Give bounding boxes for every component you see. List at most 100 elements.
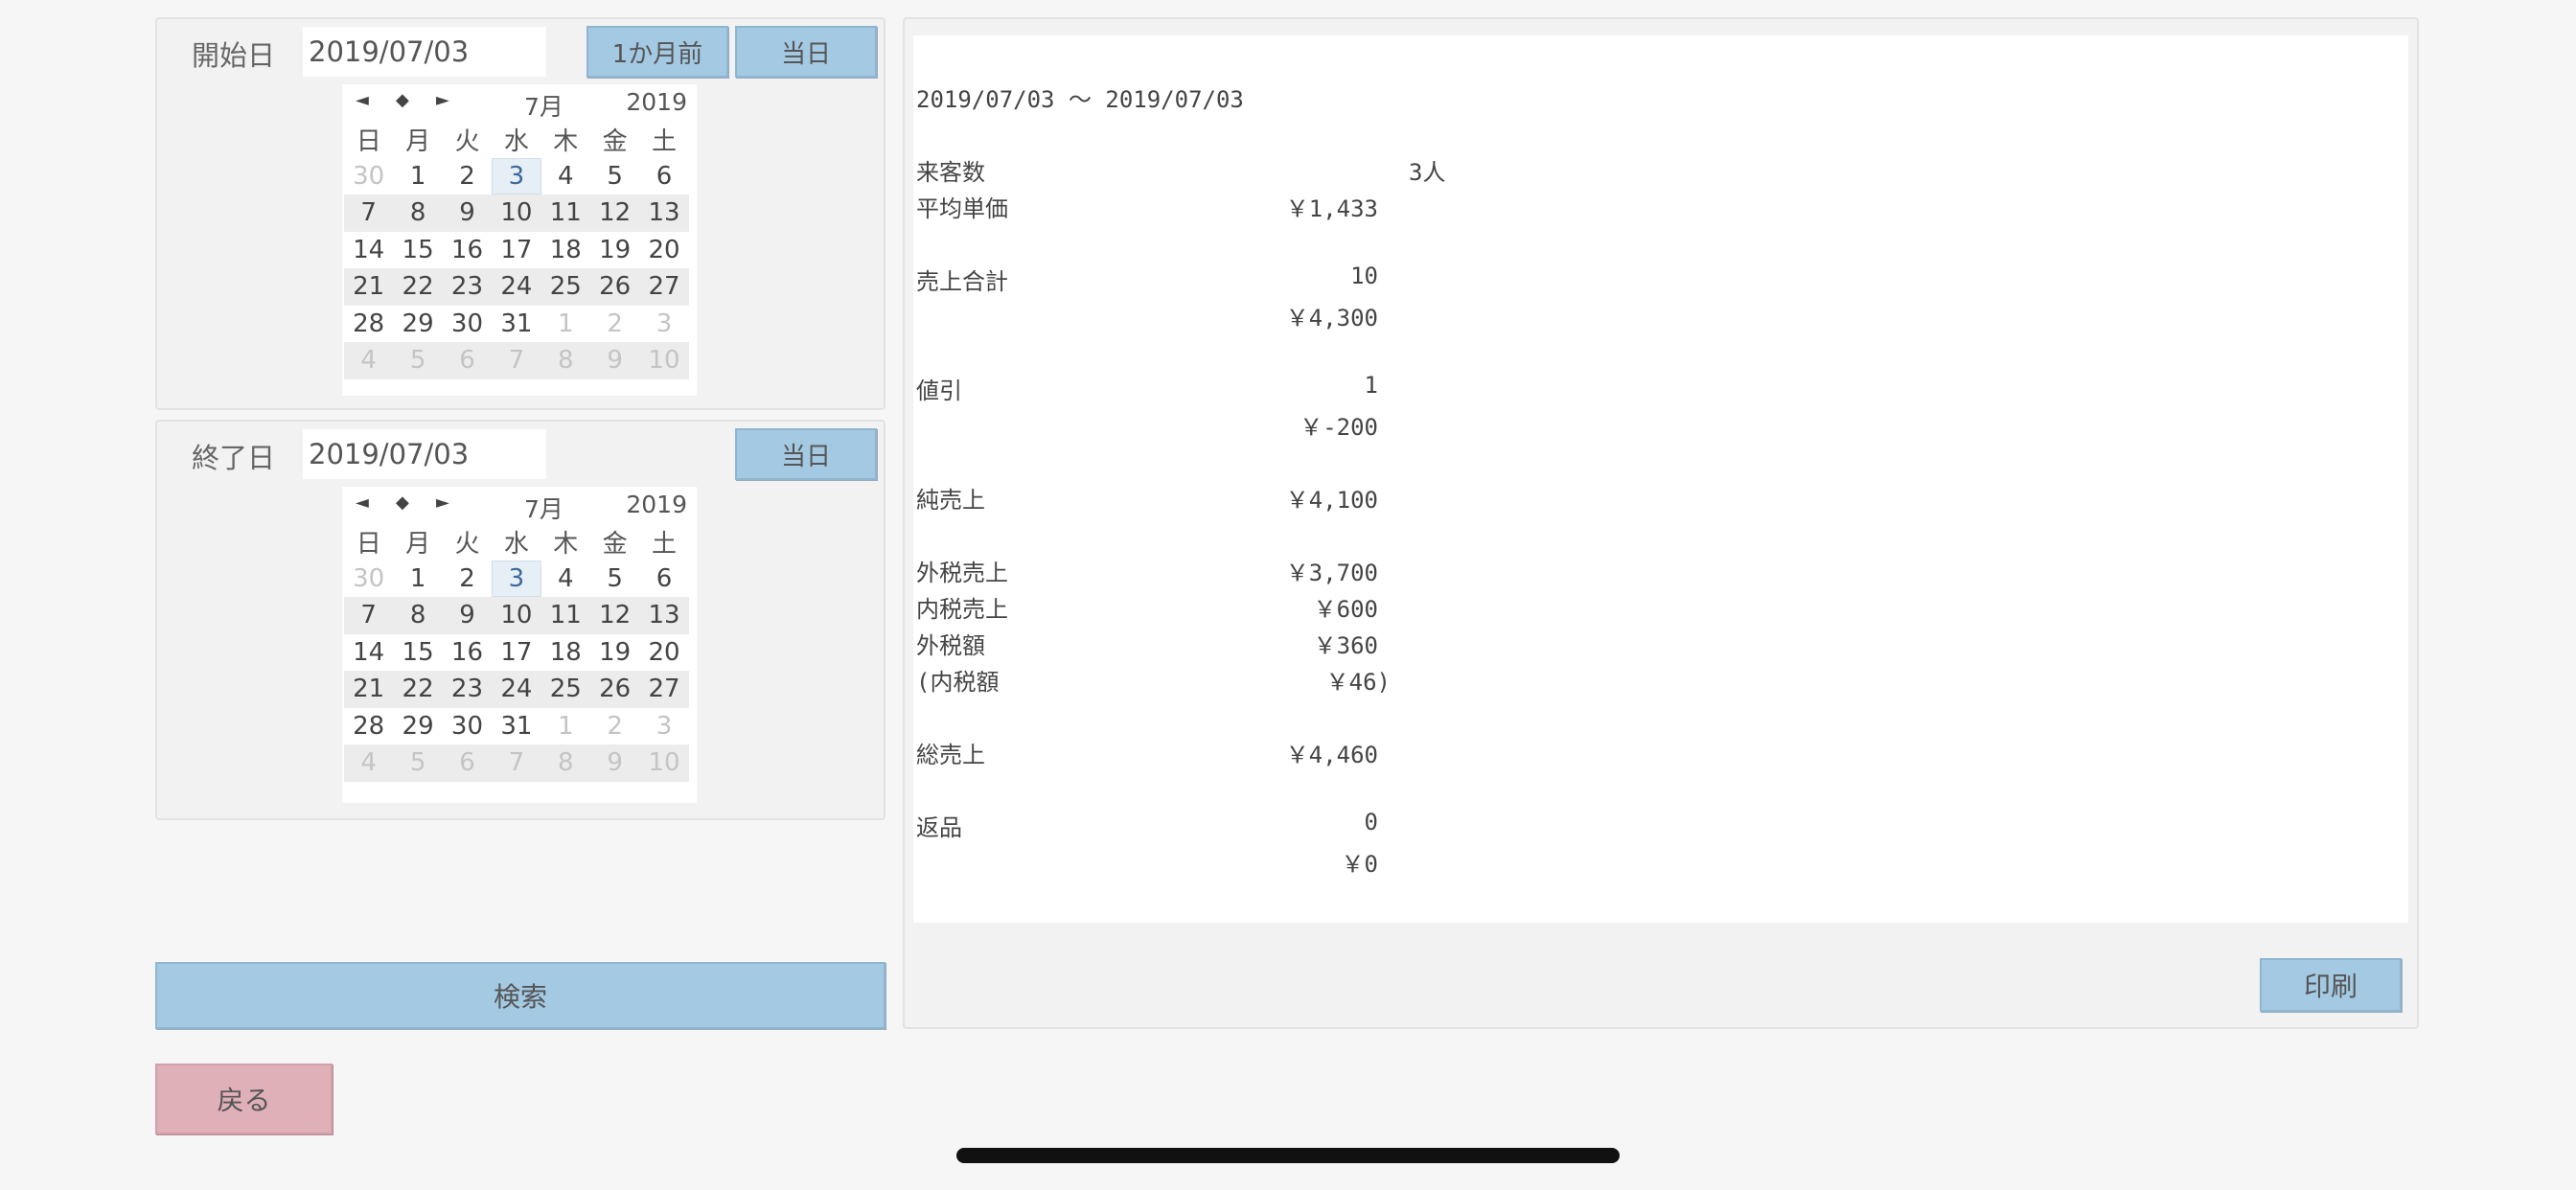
calendar-day[interactable]: 11 xyxy=(540,195,590,232)
calendar-day[interactable]: 13 xyxy=(639,195,689,232)
calendar-day[interactable]: 8 xyxy=(393,597,443,634)
calendar-day[interactable]: 10 xyxy=(639,342,689,379)
calendar-day[interactable]: 17 xyxy=(492,634,540,672)
calendar-day[interactable]: 22 xyxy=(393,268,443,306)
calendar-day[interactable]: 9 xyxy=(589,342,640,379)
calendar-day[interactable]: 21 xyxy=(344,671,394,708)
calendar-day[interactable]: 30 xyxy=(344,561,393,598)
calendar-day[interactable]: 12 xyxy=(589,195,640,232)
calendar-day[interactable]: 6 xyxy=(639,561,688,598)
calendar-day[interactable]: 20 xyxy=(639,232,688,269)
calendar-day[interactable]: 9 xyxy=(589,744,640,782)
next-month-icon[interactable]: ► xyxy=(436,492,449,513)
month-before-button[interactable]: 1か月前 xyxy=(586,26,728,78)
calendar-day[interactable]: 16 xyxy=(443,232,492,269)
calendar-day[interactable]: 7 xyxy=(344,195,394,232)
prev-month-icon[interactable]: ◄ xyxy=(356,90,369,110)
calendar-day[interactable]: 14 xyxy=(344,232,393,269)
calendar-day[interactable]: 19 xyxy=(590,232,639,269)
calendar-day[interactable]: 24 xyxy=(492,671,541,708)
calendar-day[interactable]: 28 xyxy=(344,708,393,745)
calendar-day[interactable]: 7 xyxy=(344,597,394,634)
calendar-day[interactable]: 10 xyxy=(492,195,541,232)
calendar-day[interactable]: 4 xyxy=(344,744,394,782)
calendar-day[interactable]: 8 xyxy=(540,744,590,782)
calendar-day[interactable]: 29 xyxy=(393,306,442,343)
calendar-day[interactable]: 27 xyxy=(639,268,689,306)
calendar-day[interactable]: 2 xyxy=(443,158,492,195)
calendar-day[interactable]: 11 xyxy=(540,597,590,634)
current-month-icon[interactable]: ◆ xyxy=(396,90,409,110)
calendar-day[interactable]: 25 xyxy=(540,268,590,306)
calendar-day[interactable]: 29 xyxy=(393,708,442,745)
calendar-day[interactable]: 16 xyxy=(443,634,492,672)
calendar-day[interactable]: 1 xyxy=(541,306,590,343)
home-indicator[interactable] xyxy=(956,1148,1620,1163)
calendar-day[interactable]: 2 xyxy=(590,708,639,745)
back-button[interactable]: 戻る xyxy=(155,1064,333,1134)
calendar-day[interactable]: 12 xyxy=(589,597,640,634)
calendar-day[interactable]: 14 xyxy=(344,634,393,672)
start-date-field[interactable]: 2019/07/03 xyxy=(303,27,546,77)
calendar-day[interactable]: 10 xyxy=(639,744,689,782)
calendar-day[interactable]: 5 xyxy=(393,744,443,782)
calendar-day[interactable]: 13 xyxy=(639,597,689,634)
calendar-day[interactable]: 27 xyxy=(639,671,689,708)
calendar-day[interactable]: 8 xyxy=(540,342,590,379)
prev-month-icon[interactable]: ◄ xyxy=(356,492,369,513)
calendar-day[interactable]: 19 xyxy=(590,634,639,672)
calendar-day[interactable]: 3 xyxy=(492,560,541,597)
end-date-field[interactable]: 2019/07/03 xyxy=(303,429,546,479)
calendar-day[interactable]: 3 xyxy=(639,306,688,343)
calendar-day[interactable]: 7 xyxy=(492,744,541,782)
calendar-day[interactable]: 17 xyxy=(492,232,540,269)
calendar-day[interactable]: 30 xyxy=(344,158,393,195)
calendar-day[interactable]: 30 xyxy=(443,708,492,745)
calendar-day[interactable]: 31 xyxy=(492,306,540,343)
calendar-day[interactable]: 10 xyxy=(492,597,541,634)
calendar-day[interactable]: 7 xyxy=(492,342,541,379)
calendar-day[interactable]: 3 xyxy=(639,708,688,745)
calendar-day[interactable]: 1 xyxy=(541,708,590,745)
calendar-day[interactable]: 30 xyxy=(443,306,492,343)
calendar-day[interactable]: 2 xyxy=(443,561,492,598)
calendar-day[interactable]: 6 xyxy=(639,158,688,195)
calendar-day[interactable]: 4 xyxy=(541,561,590,598)
calendar-day[interactable]: 28 xyxy=(344,306,393,343)
calendar-day[interactable]: 23 xyxy=(442,671,493,708)
calendar-day[interactable]: 15 xyxy=(393,232,442,269)
calendar-day[interactable]: 25 xyxy=(540,671,590,708)
weekday-header: 水 xyxy=(503,529,529,559)
calendar-day[interactable]: 4 xyxy=(541,158,590,195)
calendar-day[interactable]: 6 xyxy=(442,342,493,379)
calendar-day[interactable]: 21 xyxy=(344,268,394,306)
search-button[interactable]: 検索 xyxy=(155,962,886,1029)
calendar-day[interactable]: 1 xyxy=(393,158,442,195)
calendar-day[interactable]: 20 xyxy=(639,634,688,672)
start-today-button[interactable]: 当日 xyxy=(735,26,877,78)
calendar-day[interactable]: 26 xyxy=(589,268,640,306)
calendar-day[interactable]: 6 xyxy=(442,744,493,782)
calendar-day[interactable]: 15 xyxy=(393,634,442,672)
calendar-day[interactable]: 23 xyxy=(442,268,493,306)
calendar-day[interactable]: 26 xyxy=(589,671,640,708)
calendar-day[interactable]: 22 xyxy=(393,671,443,708)
calendar-day[interactable]: 18 xyxy=(541,634,590,672)
calendar-day[interactable]: 5 xyxy=(590,561,639,598)
calendar-day[interactable]: 18 xyxy=(541,232,590,269)
calendar-day[interactable]: 31 xyxy=(492,708,540,745)
calendar-day[interactable]: 3 xyxy=(492,157,541,195)
calendar-day[interactable]: 4 xyxy=(344,342,394,379)
end-today-button[interactable]: 当日 xyxy=(735,428,877,480)
current-month-icon[interactable]: ◆ xyxy=(396,492,409,513)
calendar-day[interactable]: 9 xyxy=(442,597,493,634)
calendar-day[interactable]: 1 xyxy=(393,561,442,598)
calendar-day[interactable]: 9 xyxy=(442,195,493,232)
calendar-day[interactable]: 8 xyxy=(393,195,443,232)
calendar-day[interactable]: 5 xyxy=(590,158,639,195)
next-month-icon[interactable]: ► xyxy=(436,90,449,110)
calendar-day[interactable]: 24 xyxy=(492,268,541,306)
print-button[interactable]: 印刷 xyxy=(2260,958,2402,1012)
calendar-day[interactable]: 2 xyxy=(590,306,639,343)
calendar-day[interactable]: 5 xyxy=(393,342,443,379)
